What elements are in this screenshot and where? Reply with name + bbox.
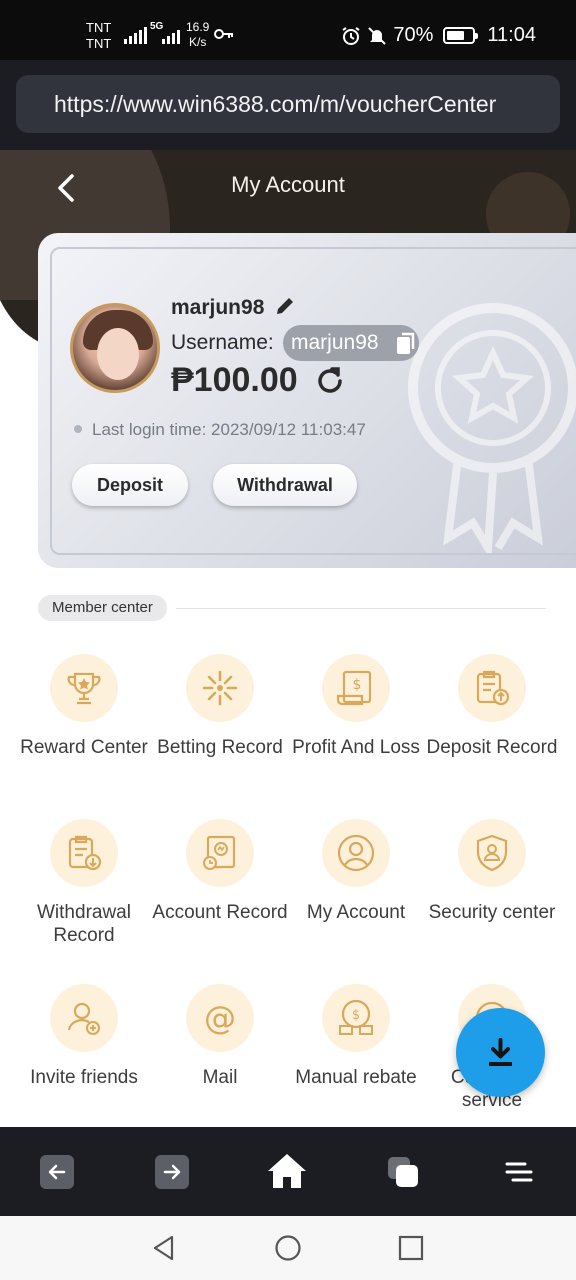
- withdrawal-record-icon: [50, 819, 118, 887]
- member-center-label: Member center: [38, 595, 167, 621]
- account-card: marjun98 Username: marjun98 ₱100.00 Last…: [38, 233, 576, 568]
- nickname: marjun98: [171, 296, 265, 319]
- status-right: 70% 11:04: [341, 24, 536, 47]
- menu-label: Account Record: [152, 902, 288, 923]
- menu-deposit-record[interactable]: Deposit Record: [424, 654, 560, 759]
- battery-icon: [443, 27, 479, 44]
- copy-icon[interactable]: [395, 332, 417, 356]
- menu-label: Mail: [202, 1067, 238, 1088]
- last-login-time: Last login time: 2023/09/12 11:03:47: [74, 420, 366, 440]
- mail-icon: @: [186, 984, 254, 1052]
- clock: 11:04: [487, 24, 536, 46]
- menu-reward-center[interactable]: Reward Center: [16, 654, 152, 759]
- carrier-2: TNT: [86, 36, 112, 51]
- menu-label: Invite friends: [30, 1067, 138, 1088]
- deposit-record-icon: [458, 654, 526, 722]
- refresh-icon[interactable]: [314, 365, 346, 397]
- browser-forward-icon[interactable]: [155, 1155, 189, 1189]
- menu-invite-friends[interactable]: Invite friends: [16, 984, 152, 1089]
- signal-2-icon: [162, 26, 180, 44]
- trophy-icon: [50, 654, 118, 722]
- download-fab[interactable]: [456, 1008, 545, 1097]
- divider: [176, 608, 546, 609]
- account-record-icon: [186, 819, 254, 887]
- menu-label: Manual rebate: [295, 1067, 417, 1088]
- nav-back-icon[interactable]: [150, 1234, 178, 1262]
- rebate-icon: $: [322, 984, 390, 1052]
- betting-icon: [186, 654, 254, 722]
- browser-back-icon[interactable]: [40, 1155, 74, 1189]
- browser-menu-icon[interactable]: [502, 1155, 536, 1189]
- menu-security-center[interactable]: Security center: [424, 819, 560, 924]
- menu-label: Security center: [428, 902, 556, 923]
- menu-my-account[interactable]: My Account: [288, 819, 424, 924]
- svg-text:@: @: [204, 999, 236, 1037]
- browser-toolbar: [0, 1127, 576, 1216]
- address-bar[interactable]: https://www.win6388.com/m/voucherCenter: [16, 75, 560, 133]
- signal-icon: [124, 26, 147, 44]
- battery-percent: 70%: [393, 24, 434, 46]
- page-title: My Account: [231, 172, 345, 197]
- nav-home-icon[interactable]: [274, 1234, 302, 1262]
- carrier-labels: TNT TNT: [86, 20, 111, 52]
- svg-text:$: $: [352, 1008, 360, 1023]
- menu-label: Betting Record: [157, 737, 283, 758]
- menu-betting-record[interactable]: Betting Record: [152, 654, 288, 759]
- last-login-text: Last login time: 2023/09/12 11:03:47: [92, 420, 366, 439]
- deposit-button[interactable]: Deposit: [72, 464, 188, 506]
- menu-manual-rebate[interactable]: $ Manual rebate: [288, 984, 424, 1089]
- medal-watermark-icon: [408, 303, 576, 553]
- invite-icon: [50, 984, 118, 1052]
- download-icon: [489, 1038, 512, 1066]
- browser-address-area: https://www.win6388.com/m/voucherCenter: [0, 60, 576, 150]
- menu-label: Deposit Record: [426, 737, 558, 758]
- balance-amount: ₱100.00: [171, 361, 298, 399]
- menu-mail[interactable]: @ Mail: [152, 984, 288, 1089]
- network-speed: 16.9 K/s: [186, 20, 209, 50]
- menu-label: Reward Center: [20, 737, 148, 758]
- withdrawal-button[interactable]: Withdrawal: [213, 464, 357, 506]
- user-icon: [322, 819, 390, 887]
- edit-pencil-icon[interactable]: [274, 295, 296, 317]
- menu-label: My Account: [306, 902, 406, 923]
- carrier-1: TNT: [86, 20, 112, 35]
- speed-value: 16.9: [186, 20, 210, 34]
- status-bar: TNT TNT 5G 16.9 K/s 70% 11:04: [0, 0, 576, 60]
- username-label: Username:: [171, 331, 274, 354]
- browser-home-icon[interactable]: [266, 1151, 308, 1191]
- menu-withdrawal-record[interactable]: Withdrawal Record: [16, 819, 152, 947]
- menu-profit-and-loss[interactable]: $ Profit And Loss: [288, 654, 424, 759]
- avatar[interactable]: [70, 303, 160, 393]
- menu-label: Withdrawal Record: [37, 902, 131, 946]
- shield-icon: [458, 819, 526, 887]
- menu-label: Profit And Loss: [292, 737, 420, 758]
- mute-icon: [368, 26, 387, 45]
- svg-text:$: $: [353, 677, 362, 693]
- vpn-key-icon: [214, 29, 233, 39]
- browser-tabs-icon[interactable]: [386, 1155, 420, 1189]
- menu-account-record[interactable]: Account Record: [152, 819, 288, 924]
- alarm-icon: [342, 26, 360, 45]
- speed-unit: K/s: [189, 35, 207, 49]
- profit-icon: $: [322, 654, 390, 722]
- nav-recents-icon[interactable]: [397, 1234, 425, 1262]
- system-navigation-bar: [0, 1216, 576, 1280]
